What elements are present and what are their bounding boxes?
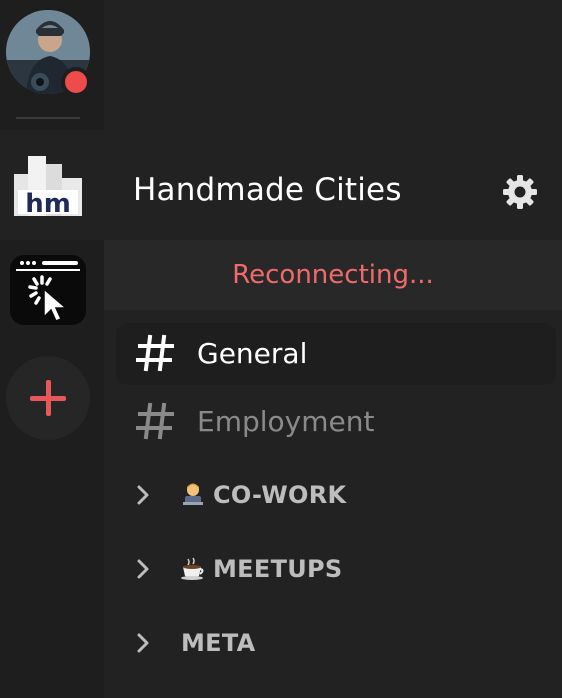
category-label: CO-WORK [213, 481, 347, 509]
handmade-cities-logo-icon: hm [14, 156, 82, 219]
connection-status-banner: Reconnecting... [104, 240, 562, 310]
server-name[interactable]: Handmade Cities [133, 172, 402, 208]
channel-panel: Handmade Cities Reconnecting... General … [104, 0, 562, 698]
hash-icon [136, 402, 174, 440]
channel-name: General [197, 337, 308, 370]
chevron-right-icon [137, 485, 149, 505]
plus-icon-vertical [46, 380, 51, 416]
app-window: hm Handmade Cities Reconnecting... Gener… [0, 0, 562, 698]
channel-employment[interactable]: Employment [116, 391, 556, 453]
chevron-right-icon [137, 633, 149, 653]
connection-status-text: Reconnecting... [232, 260, 434, 290]
gear-icon[interactable] [502, 174, 538, 210]
category-meetups[interactable]: MEETUPS [124, 545, 544, 593]
category-label: META [181, 629, 256, 657]
status-indicator [61, 67, 91, 97]
cursor-click-icon [16, 261, 80, 322]
chevron-right-icon [137, 559, 149, 579]
server-handmade-cities[interactable]: hm [10, 152, 86, 219]
rail-divider [16, 117, 80, 119]
server-rail: hm [0, 0, 104, 698]
coffee-emoji-icon [181, 557, 204, 580]
channel-name: Employment [197, 405, 375, 438]
channel-general[interactable]: General [116, 323, 556, 385]
add-server-button[interactable] [6, 356, 90, 440]
technologist-emoji-icon [183, 483, 203, 505]
category-label: MEETUPS [213, 555, 343, 583]
server-cursor-app[interactable] [10, 255, 86, 325]
category-co-work[interactable]: CO-WORK [124, 471, 544, 519]
hash-icon [136, 334, 174, 372]
category-meta[interactable]: META [124, 619, 544, 667]
server-logo-text: hm [25, 189, 71, 218]
